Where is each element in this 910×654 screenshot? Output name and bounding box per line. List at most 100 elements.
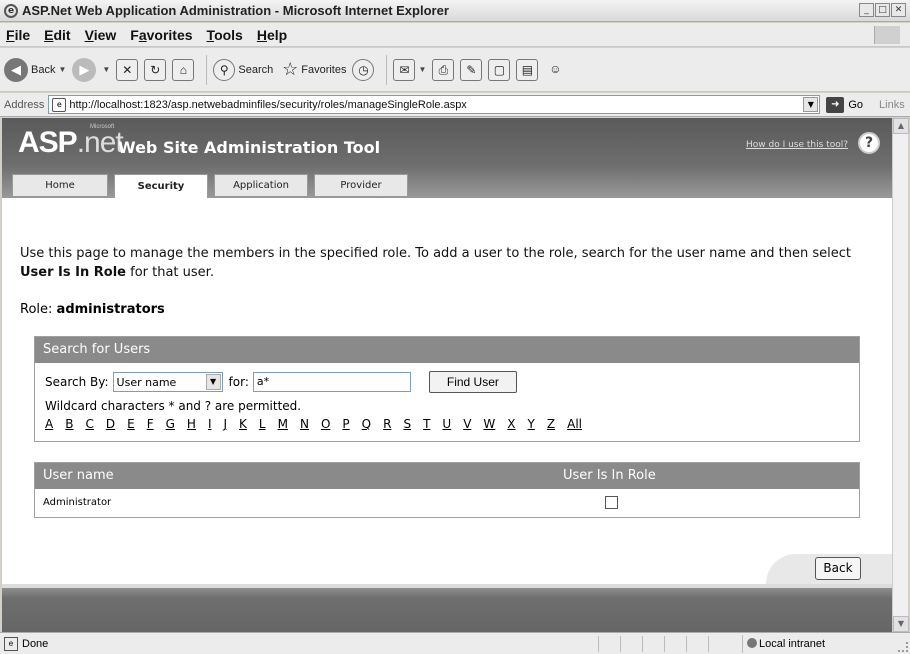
user-name-cell: Administrator (43, 497, 112, 508)
discuss-icon: ▢ (488, 58, 511, 81)
menu-tools[interactable]: Tools (207, 27, 243, 43)
research-button[interactable]: ▤ (516, 58, 539, 81)
print-button[interactable]: ⎙ (432, 58, 455, 81)
search-input[interactable]: a* (252, 372, 411, 392)
close-icon[interactable]: ✕ (891, 3, 906, 17)
tab-security[interactable]: Security (114, 174, 208, 198)
resize-grip-icon[interactable] (898, 642, 908, 652)
letter-link[interactable]: I (208, 417, 212, 431)
letter-link[interactable]: M (278, 417, 288, 431)
letter-link[interactable]: X (507, 417, 515, 431)
back-button[interactable]: ◀ Back ▼ (4, 57, 66, 82)
forward-button[interactable]: ▶ ▼ (72, 57, 110, 82)
dropdown-arrow-icon[interactable]: ▼ (102, 65, 110, 74)
links-button[interactable]: Links (879, 99, 905, 111)
column-user-name: User name (43, 468, 114, 483)
letter-link[interactable]: C (85, 417, 93, 431)
letter-link[interactable]: B (65, 417, 73, 431)
page-icon: e (52, 97, 67, 112)
scroll-down-icon[interactable]: ▼ (893, 616, 909, 632)
letter-link[interactable]: Y (528, 417, 535, 431)
menu-edit[interactable]: Edit (44, 27, 70, 43)
search-button[interactable]: ⚲ Search (213, 58, 273, 81)
history-button[interactable]: ◷ (352, 58, 375, 81)
status-cells (598, 636, 730, 652)
address-url[interactable]: http://localhost:1823/asp.netwebadminfil… (69, 99, 466, 111)
address-dropdown-icon[interactable]: ▼ (803, 97, 819, 112)
letter-link[interactable]: K (239, 417, 247, 431)
letter-link[interactable]: V (463, 417, 471, 431)
search-icon: ⚲ (213, 58, 236, 81)
letter-link[interactable]: E (127, 417, 135, 431)
minimize-icon[interactable]: _ (859, 3, 874, 17)
letter-link[interactable]: T (423, 417, 430, 431)
letter-link[interactable]: D (106, 417, 115, 431)
letter-link[interactable]: R (383, 417, 391, 431)
tab-home[interactable]: Home (12, 174, 108, 196)
research-icon: ▤ (516, 58, 539, 81)
stop-icon: ✕ (116, 58, 139, 81)
menu-favorites[interactable]: Favorites (130, 27, 192, 43)
scroll-up-icon[interactable]: ▲ (893, 118, 909, 134)
tab-provider[interactable]: Provider (314, 174, 408, 196)
search-row: Search By: User name ▼ for: a* Find User (45, 371, 517, 393)
messenger-button[interactable]: ☺ (544, 59, 566, 81)
back-button-page[interactable]: Back (815, 557, 861, 580)
status-text: Done (22, 637, 49, 650)
address-bar: Address e http://localhost:1823/asp.netw… (0, 93, 910, 117)
mail-button[interactable]: ✉ ▼ (393, 58, 426, 81)
search-panel-title: Search for Users (35, 337, 859, 363)
dropdown-arrow-icon[interactable]: ▼ (418, 65, 426, 74)
address-input[interactable]: e http://localhost:1823/asp.netwebadminf… (48, 95, 821, 114)
search-by-select[interactable]: User name ▼ (112, 372, 223, 392)
maximize-icon[interactable]: □ (875, 3, 890, 17)
tab-application[interactable]: Application (214, 174, 308, 196)
address-label: Address (4, 98, 45, 111)
letter-link[interactable]: P (342, 417, 349, 431)
page-status-icon: e (4, 636, 18, 651)
home-button[interactable]: ⌂ (172, 58, 195, 81)
menu-view[interactable]: View (85, 27, 117, 43)
dropdown-arrow-icon[interactable]: ▼ (58, 65, 66, 74)
go-arrow-icon: ➜ (826, 96, 845, 113)
letter-link[interactable]: H (187, 417, 196, 431)
letter-link[interactable]: U (442, 417, 451, 431)
print-icon: ⎙ (432, 58, 455, 81)
ie-icon: e (4, 3, 18, 18)
user-in-role-checkbox[interactable] (605, 496, 618, 509)
letter-link[interactable]: F (147, 417, 154, 431)
discuss-button[interactable]: ▢ (488, 58, 511, 81)
favorites-button[interactable]: ☆ Favorites (279, 59, 346, 81)
letter-link[interactable]: S (403, 417, 411, 431)
find-user-button[interactable]: Find User (428, 371, 517, 393)
menu-file[interactable]: File (6, 27, 30, 43)
aspnet-logo: ASP.net Microsoft (18, 124, 124, 159)
letter-link[interactable]: G (166, 417, 175, 431)
forward-arrow-icon: ▶ (72, 57, 97, 82)
edit-icon: ✎ (460, 58, 483, 81)
refresh-button[interactable]: ↻ (144, 58, 167, 81)
edit-button[interactable]: ✎ (460, 58, 483, 81)
letter-link[interactable]: L (259, 417, 266, 431)
letter-link[interactable]: N (300, 417, 309, 431)
letter-link[interactable]: W (483, 417, 495, 431)
help-link[interactable]: How do I use this tool? (746, 140, 848, 150)
letter-link[interactable]: O (321, 417, 330, 431)
users-table-header: User name User Is In Role (35, 463, 859, 489)
letter-link[interactable]: J (223, 417, 227, 431)
help-icon[interactable]: ? (858, 132, 880, 154)
stop-button[interactable]: ✕ (116, 58, 139, 81)
go-button[interactable]: ➜ Go (826, 96, 863, 113)
letter-link[interactable]: Z (547, 417, 555, 431)
letter-link-all[interactable]: All (567, 417, 582, 431)
menu-help[interactable]: Help (257, 27, 287, 43)
users-table: User name User Is In Role Administrator (34, 462, 860, 518)
search-panel: Search for Users Search By: User name ▼ … (34, 336, 860, 442)
vertical-scrollbar[interactable]: ▲ ▼ (892, 118, 909, 632)
toolbar: ◀ Back ▼ ▶ ▼ ✕ ↻ ⌂ ⚲ Search ☆ Favorites … (0, 48, 910, 92)
mail-icon: ✉ (393, 58, 416, 81)
letter-link[interactable]: A (45, 417, 53, 431)
chevron-down-icon[interactable]: ▼ (205, 374, 221, 390)
role-line: Role: administrators (20, 302, 165, 317)
letter-link[interactable]: Q (362, 417, 371, 431)
